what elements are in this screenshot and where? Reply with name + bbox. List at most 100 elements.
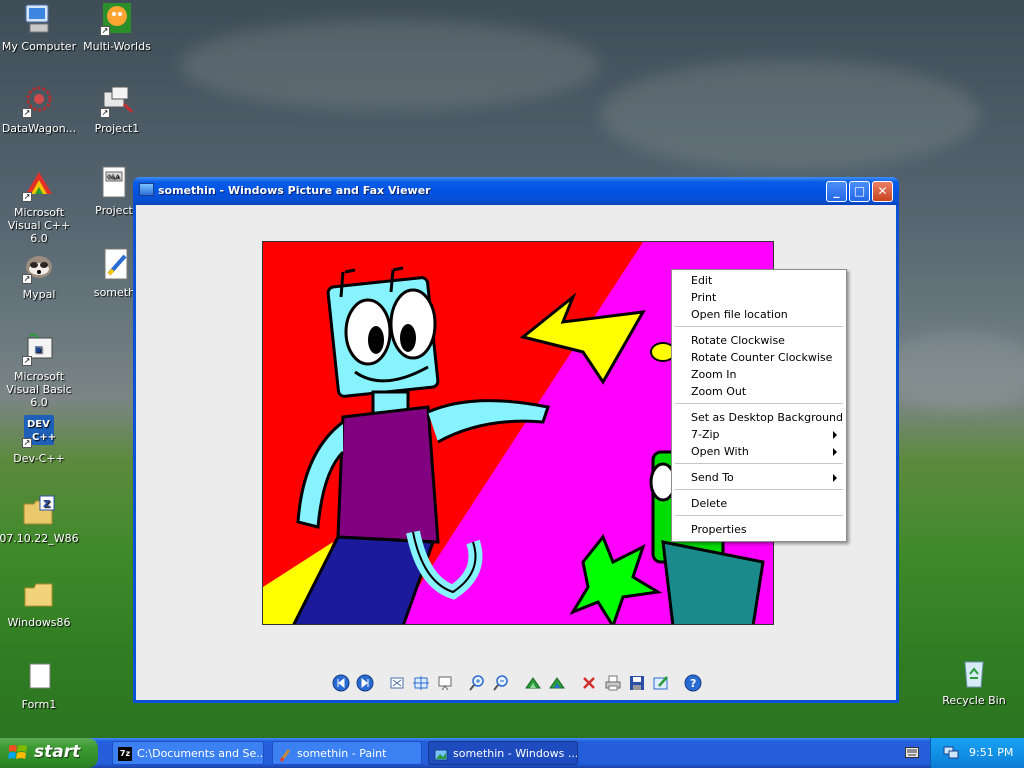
desktop-icon-label: Mypal <box>22 288 56 301</box>
best-fit-icon <box>390 677 404 689</box>
save-button[interactable] <box>628 674 646 692</box>
window-titlebar[interactable]: somethin - Windows Picture and Fax Viewe… <box>133 177 899 205</box>
desktop-icon-label: Microsoft Visual Basic 6.0 <box>6 370 72 409</box>
taskbar-button-label: somethin - Paint <box>297 747 387 760</box>
menu-item-7zip[interactable]: 7-Zip <box>673 426 845 443</box>
network-icon[interactable] <box>943 746 959 760</box>
raccoon-icon: ↗ <box>22 250 56 284</box>
picture-viewer-icon <box>139 183 154 196</box>
menu-item-label: Properties <box>691 523 747 536</box>
desktop-icon-my-computer[interactable]: My Computer <box>0 2 79 53</box>
best-fit-button[interactable] <box>388 674 406 692</box>
desktop-icon-visual-basic[interactable]: ▣ ↗ Microsoft Visual Basic 6.0 <box>0 332 79 409</box>
submenu-arrow-icon <box>833 431 837 439</box>
taskbar-button-picture-viewer[interactable]: somethin - Windows ... <box>428 741 578 765</box>
menu-item-label: Zoom Out <box>691 385 747 398</box>
desktop-icon-project1[interactable]: ↗ Project1 <box>77 84 157 135</box>
menu-item-label: Rotate Counter Clockwise <box>691 351 833 364</box>
minimize-button[interactable]: _ <box>826 181 847 202</box>
computer-icon <box>22 2 56 36</box>
menu-item-edit[interactable]: Edit <box>673 272 845 289</box>
folder-icon <box>22 578 56 612</box>
taskbar-button-paint[interactable]: somethin - Paint <box>272 741 422 765</box>
zoom-in-button[interactable] <box>468 674 486 692</box>
zip-folder-icon: Z <box>22 494 56 528</box>
viewer-toolbar: ? <box>136 671 896 695</box>
rotate-counterclockwise-button[interactable] <box>548 674 566 692</box>
menu-item-zoom-out[interactable]: Zoom Out <box>673 383 845 400</box>
menu-item-label: Print <box>691 291 717 304</box>
shortcut-arrow-icon: ↗ <box>22 108 32 118</box>
menu-item-open-file-location[interactable]: Open file location <box>673 306 845 323</box>
delete-button[interactable] <box>580 674 598 692</box>
menu-item-print[interactable]: Print <box>673 289 845 306</box>
menu-item-rotate-clockwise[interactable]: Rotate Clockwise <box>673 332 845 349</box>
rotate-counterclockwise-icon <box>549 677 565 689</box>
shortcut-arrow-icon: ↗ <box>100 108 110 118</box>
desktop-icon-visual-cpp[interactable]: ↗ Microsoft Visual C++ 6.0 <box>0 168 79 245</box>
menu-item-send-to[interactable]: Send To <box>673 469 845 486</box>
menu-item-delete[interactable]: Delete <box>673 495 845 512</box>
actual-size-button[interactable] <box>412 674 430 692</box>
rotate-clockwise-button[interactable] <box>524 674 542 692</box>
maximize-button[interactable]: □ <box>849 181 870 202</box>
menu-item-properties[interactable]: Properties <box>673 521 845 538</box>
taskbar-button-label: C:\Documents and Se... <box>137 747 264 760</box>
desktop-icon-dev-cpp[interactable]: DEV C++ ↗ Dev-C++ <box>0 414 79 465</box>
previous-image-button[interactable] <box>332 674 350 692</box>
menu-item-label: 7-Zip <box>691 428 720 441</box>
app-icon: DEV C++ ↗ <box>22 414 56 448</box>
windows-logo-icon <box>8 745 27 759</box>
menu-separator <box>675 463 843 464</box>
menu-separator <box>675 489 843 490</box>
menu-item-label: Rotate Clockwise <box>691 334 785 347</box>
shortcut-arrow-icon: ↗ <box>22 356 32 366</box>
system-tray: 9:51 PM <box>930 738 1024 768</box>
desktop-icon-datawagon[interactable]: ↗ DataWagon... <box>0 84 79 135</box>
print-button[interactable] <box>604 674 622 692</box>
desktop-icon-form1[interactable]: Form1 <box>0 660 79 711</box>
help-button[interactable]: ? <box>684 674 702 692</box>
system-clock[interactable]: 9:51 PM <box>969 746 1013 759</box>
app-icon: ▣ ↗ <box>22 332 56 366</box>
7zip-icon: 7z <box>118 747 132 761</box>
image-file-icon <box>99 248 133 282</box>
menu-item-label: Send To <box>691 471 734 484</box>
menu-separator <box>675 326 843 327</box>
submenu-arrow-icon <box>833 448 837 456</box>
desktop-icon-windows86[interactable]: Windows86 <box>0 578 79 629</box>
svg-text:DEV: DEV <box>27 419 50 430</box>
edit-button[interactable] <box>652 674 670 692</box>
menu-item-zoom-in[interactable]: Zoom In <box>673 366 845 383</box>
menu-item-set-desktop-background[interactable]: Set as Desktop Background <box>673 409 845 426</box>
delete-icon <box>583 677 595 689</box>
keyboard-icon[interactable] <box>905 747 919 758</box>
zoom-out-button[interactable] <box>492 674 510 692</box>
menu-item-label: Edit <box>691 274 713 287</box>
close-button[interactable]: ✕ <box>872 181 893 202</box>
desktop-icon-zip-folder[interactable]: Z 07.10.22_W86 <box>0 494 79 545</box>
app-icon: ↗ <box>22 168 56 202</box>
menu-separator <box>675 403 843 404</box>
svg-text:0&A: 0&A <box>107 174 120 181</box>
taskbar-button-label: somethin - Windows ... <box>453 747 578 760</box>
svg-text:▣: ▣ <box>34 345 43 355</box>
window-title: somethin - Windows Picture and Fax Viewe… <box>158 184 431 197</box>
desktop-icon-mypal[interactable]: ↗ Mypal <box>0 250 79 301</box>
desktop-icon-multi-worlds[interactable]: ↗ Multi-Worlds <box>77 2 157 53</box>
start-label: start <box>34 742 81 762</box>
menu-item-open-with[interactable]: Open With <box>673 443 845 460</box>
app-icon: ↗ <box>100 84 134 118</box>
taskbar: start 7z C:\Documents and Se... somethin… <box>0 738 1024 768</box>
slideshow-button[interactable] <box>436 674 454 692</box>
shortcut-arrow-icon: ↗ <box>22 438 32 448</box>
start-button[interactable]: start <box>0 738 98 768</box>
sky-cloud <box>600 60 980 170</box>
actual-size-icon <box>413 676 429 690</box>
desktop-icon-recycle-bin[interactable]: Recycle Bin <box>934 656 1014 707</box>
zoom-in-icon <box>469 675 484 691</box>
taskbar-button-7zip[interactable]: 7z C:\Documents and Se... <box>112 741 264 765</box>
next-image-button[interactable] <box>356 674 374 692</box>
svg-text:?: ? <box>690 677 696 690</box>
menu-item-rotate-counter-clockwise[interactable]: Rotate Counter Clockwise <box>673 349 845 366</box>
